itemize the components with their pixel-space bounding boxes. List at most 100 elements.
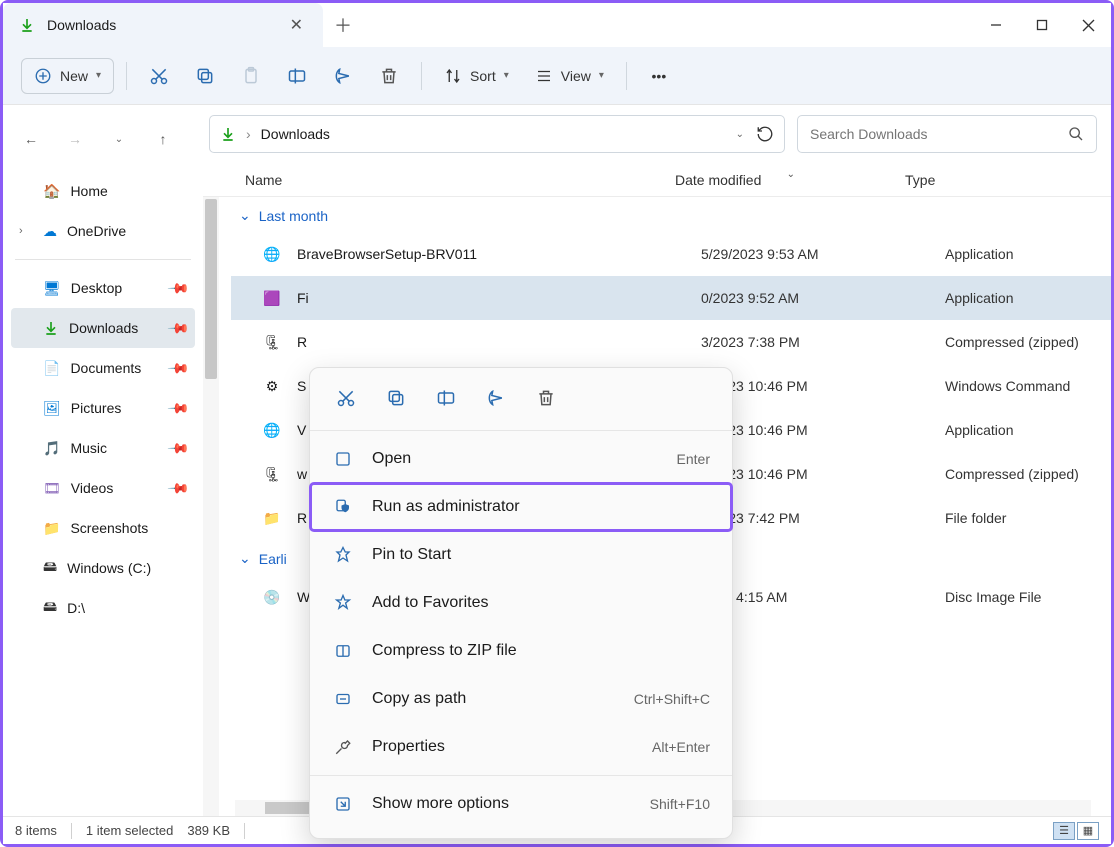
- share-button[interactable]: [323, 58, 363, 94]
- paste-button[interactable]: [231, 58, 271, 94]
- separator: [310, 430, 732, 431]
- sidebar-label: Music: [70, 440, 107, 456]
- sidebar-item-screenshots[interactable]: 📁 Screenshots: [11, 508, 195, 548]
- status-item-count: 8 items: [15, 823, 57, 838]
- ctx-cut-button[interactable]: [332, 384, 360, 412]
- view-button[interactable]: View ▾: [525, 58, 614, 94]
- pin-icon: 📌: [166, 436, 190, 460]
- ctx-share-button[interactable]: [482, 384, 510, 412]
- sidebar-item-downloads[interactable]: Downloads 📌: [11, 308, 195, 348]
- pin-icon: [332, 546, 354, 564]
- file-type: Compressed (zipped): [945, 334, 1111, 350]
- refresh-button[interactable]: [756, 125, 774, 143]
- menu-label: Properties: [372, 738, 634, 756]
- separator: [244, 823, 245, 839]
- rename-button[interactable]: [277, 58, 317, 94]
- scrollbar-thumb[interactable]: [205, 199, 217, 379]
- close-button[interactable]: [1065, 5, 1111, 45]
- ctx-rename-button[interactable]: [432, 384, 460, 412]
- column-date[interactable]: Date modified⌄: [675, 172, 905, 188]
- more-button[interactable]: •••: [639, 58, 679, 94]
- up-button[interactable]: ↑: [149, 125, 177, 153]
- sidebar-label: Desktop: [71, 280, 122, 296]
- ctx-run-as-administrator[interactable]: Run as administrator: [310, 483, 732, 531]
- tab-downloads[interactable]: Downloads ✕: [3, 3, 323, 47]
- sidebar-item-desktop[interactable]: 🖥 Desktop 📌: [11, 268, 195, 308]
- file-row[interactable]: 🗜 R 3/2023 7:38 PM Compressed (zipped): [231, 320, 1111, 364]
- sort-button[interactable]: Sort ▾: [434, 58, 519, 94]
- ctx-properties[interactable]: Properties Alt+Enter: [310, 723, 732, 771]
- separator: [421, 62, 422, 90]
- status-selected: 1 item selected: [86, 823, 173, 838]
- address-dropdown-icon[interactable]: ⌄: [736, 129, 744, 140]
- ctx-open[interactable]: Open Enter: [310, 435, 732, 483]
- forward-button[interactable]: →: [61, 125, 89, 153]
- pin-icon: 📌: [166, 276, 190, 300]
- cut-button[interactable]: [139, 58, 179, 94]
- new-tab-button[interactable]: ＋: [323, 5, 363, 45]
- breadcrumb-location[interactable]: Downloads: [261, 126, 330, 142]
- context-menu: Open Enter Run as administrator Pin to S…: [309, 367, 733, 839]
- sidebar-item-documents[interactable]: 📄 Documents 📌: [11, 348, 195, 388]
- tab-close-icon[interactable]: ✕: [286, 11, 307, 39]
- file-name: R: [297, 334, 687, 350]
- column-type[interactable]: Type: [905, 172, 1111, 188]
- sidebar-label: OneDrive: [67, 223, 126, 239]
- group-label: Last month: [259, 208, 328, 224]
- chevron-down-icon: ▾: [504, 70, 509, 81]
- sidebar-label: Screenshots: [70, 520, 148, 536]
- file-name: BraveBrowserSetup-BRV011: [297, 246, 687, 262]
- back-button[interactable]: ←: [17, 125, 45, 153]
- sidebar-item-d[interactable]: 🖴 D:\: [11, 588, 195, 628]
- menu-label: Add to Favorites: [372, 594, 710, 612]
- recent-dropdown[interactable]: ⌄: [105, 125, 133, 153]
- expand-icon[interactable]: ›: [19, 225, 33, 237]
- sort-indicator-icon: ⌄: [787, 169, 795, 180]
- sidebar-item-music[interactable]: 🎵 Music 📌: [11, 428, 195, 468]
- minimize-button[interactable]: [973, 5, 1019, 45]
- search-input[interactable]: [810, 126, 1068, 142]
- group-header-last-month[interactable]: ⌄ Last month: [231, 197, 1111, 232]
- search-icon[interactable]: [1068, 126, 1084, 142]
- group-label: Earli: [259, 551, 287, 567]
- drive-icon: 🖴: [43, 596, 57, 620]
- details-view-button[interactable]: ☰: [1053, 822, 1075, 840]
- ctx-compress-zip[interactable]: Compress to ZIP file: [310, 627, 732, 675]
- ctx-show-more-options[interactable]: Show more options Shift+F10: [310, 780, 732, 828]
- copy-button[interactable]: [185, 58, 225, 94]
- vertical-scrollbar[interactable]: [203, 197, 219, 816]
- new-button[interactable]: New ▾: [21, 58, 114, 94]
- sidebar-item-home[interactable]: 🏠 Home: [11, 171, 195, 211]
- sort-label: Sort: [470, 68, 496, 84]
- ctx-add-to-favorites[interactable]: Add to Favorites: [310, 579, 732, 627]
- sidebar-item-pictures[interactable]: 🖼 Pictures 📌: [11, 388, 195, 428]
- menu-label: Pin to Start: [372, 546, 710, 564]
- open-icon: [332, 450, 354, 468]
- separator: [310, 775, 732, 776]
- file-type: Disc Image File: [945, 589, 1111, 605]
- address-bar[interactable]: › Downloads ⌄: [209, 115, 785, 153]
- thumbnails-view-button[interactable]: ▦: [1077, 822, 1099, 840]
- menu-label: Show more options: [372, 795, 632, 813]
- ctx-delete-button[interactable]: [532, 384, 560, 412]
- sidebar-item-onedrive[interactable]: › ☁ OneDrive: [11, 211, 195, 251]
- column-headers[interactable]: Name Date modified⌄ Type: [203, 163, 1111, 197]
- sidebar-item-windows-c[interactable]: 🖴 Windows (C:): [11, 548, 195, 588]
- file-row[interactable]: 🟪 Fi 0/2023 9:52 AM Application: [231, 276, 1111, 320]
- file-row[interactable]: 🌐 BraveBrowserSetup-BRV011 5/29/2023 9:5…: [231, 232, 1111, 276]
- sidebar-item-videos[interactable]: 🎞 Videos 📌: [11, 468, 195, 508]
- folder-icon: 📁: [43, 520, 60, 537]
- maximize-button[interactable]: [1019, 5, 1065, 45]
- search-box[interactable]: [797, 115, 1097, 153]
- column-name[interactable]: Name: [245, 172, 675, 188]
- ctx-pin-to-start[interactable]: Pin to Start: [310, 531, 732, 579]
- menu-shortcut: Enter: [677, 451, 710, 467]
- delete-button[interactable]: [369, 58, 409, 94]
- ctx-copy-as-path[interactable]: Copy as path Ctrl+Shift+C: [310, 675, 732, 723]
- menu-label: Open: [372, 450, 659, 468]
- chevron-down-icon: ⌄: [239, 207, 251, 224]
- file-date: 3/2023 10:46 PM: [701, 378, 931, 394]
- address-row: › Downloads ⌄: [203, 105, 1111, 163]
- sidebar-label: D:\: [67, 600, 85, 616]
- ctx-copy-button[interactable]: [382, 384, 410, 412]
